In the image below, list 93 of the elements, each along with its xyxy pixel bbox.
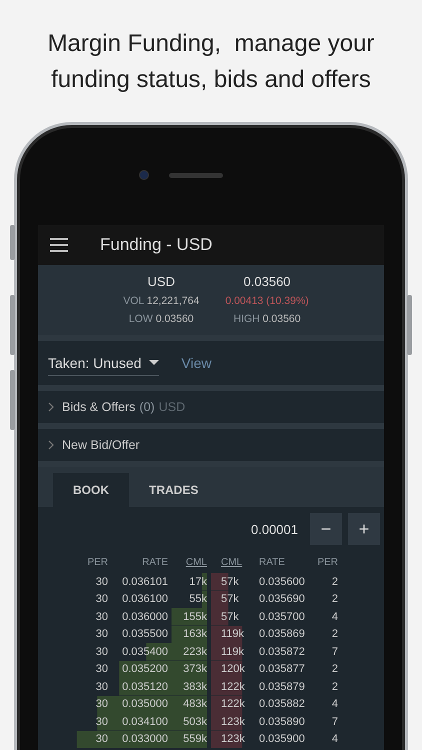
status-dropdown[interactable]: Taken: Unused: [48, 350, 160, 376]
table-cell-text: 483k: [182, 698, 207, 710]
table-cell-text: 2: [330, 593, 338, 606]
table-cell-text: 30: [94, 680, 108, 693]
table-cell-text: 30: [94, 646, 108, 658]
section-label: Bids & Offers: [62, 400, 136, 414]
table-cell-text: 0.035120: [121, 680, 168, 693]
section-row[interactable]: Bids & Offers (0) USD: [38, 391, 384, 429]
table-cell-text: 0.034100: [121, 716, 168, 728]
last-rate: 0.03560: [244, 273, 291, 291]
table-cell-text: 0.035400: [121, 646, 168, 658]
table-cell-text: 30: [94, 576, 108, 588]
table-cell-text: 30: [94, 698, 108, 710]
table-cell-text: 2: [330, 680, 338, 693]
table-cell-text: 0.036000: [121, 610, 168, 623]
table-cell-text: 7: [330, 646, 338, 658]
table-cell-text: 0.035877: [259, 663, 306, 676]
table-cell-text: 55k: [188, 593, 207, 606]
table-cell-text: 503k: [182, 716, 207, 728]
table-cell-text: 2: [330, 576, 338, 588]
menu-icon[interactable]: [50, 238, 68, 252]
vol-label: VOL: [123, 295, 144, 307]
table-cell-text: 123k: [221, 716, 246, 728]
low-label: LOW: [128, 313, 153, 325]
table-cell-text: 0.035500: [121, 628, 168, 640]
column-header[interactable]: CML: [221, 556, 259, 568]
table-cell-text: 0.035700: [259, 610, 306, 623]
decrease-button[interactable]: −: [310, 513, 342, 545]
precision-value: 0.00001: [251, 522, 298, 536]
table-cell-text: 2: [330, 628, 338, 640]
screen-title: Funding - USD: [100, 235, 212, 255]
table-cell-text: 383k: [182, 680, 207, 693]
section-label: New Bid/Offer: [62, 438, 140, 452]
table-cell-text: 0.035200: [121, 663, 168, 676]
table-cell-text: 119k: [221, 628, 246, 640]
speaker-grille: [169, 172, 223, 178]
table-cell-text: 4: [330, 733, 338, 746]
caret-icon: [149, 360, 160, 365]
table-cell-text: 0.036101: [121, 576, 168, 588]
table-cell-text: 30: [94, 716, 108, 728]
table-cell-text: 0.035869: [259, 628, 306, 640]
table-cell-text: 0.033000: [121, 733, 168, 746]
low-value: 0.03560: [156, 313, 194, 325]
table-cell-text: 30: [94, 628, 108, 640]
currency-label: USD: [148, 273, 175, 291]
table-cell-text: 0.035000: [121, 698, 168, 710]
table-cell-text: 57k: [221, 593, 240, 606]
table-cell-text: 0.035900: [259, 733, 306, 746]
table-cell-text: 0.035872: [259, 646, 306, 658]
table-cell-text: 4: [330, 610, 338, 623]
column-header[interactable]: CML: [168, 556, 207, 568]
increase-button[interactable]: +: [348, 513, 380, 545]
table-cell-text: 122k: [221, 698, 246, 710]
column-header: RATE: [259, 556, 286, 568]
change-value: 0.00413 (10.39%): [225, 294, 309, 309]
table-cell-text: 155k: [182, 610, 207, 623]
table-cell-text: 120k: [221, 663, 246, 676]
table-cell-text: 223k: [182, 646, 207, 658]
table-cell-text: 30: [94, 663, 108, 676]
tab[interactable]: TRADES: [129, 473, 218, 507]
table-cell-text: 30: [94, 733, 108, 746]
table-cell-text: 17k: [188, 576, 207, 588]
table-cell-text: 163k: [182, 628, 207, 640]
column-header: PER: [316, 556, 338, 568]
table-cell-text: 0.035879: [259, 680, 306, 693]
table-cell-text: 559k: [182, 733, 207, 746]
column-header: RATE: [141, 556, 168, 568]
section-unit: USD: [158, 400, 186, 414]
section-count: (0): [139, 400, 155, 414]
table-cell-text: 57k: [221, 576, 240, 588]
column-header: PER: [86, 556, 108, 568]
table-cell-text: 119k: [221, 646, 246, 658]
table-cell-text: 57k: [221, 610, 240, 623]
headline: Margin Funding, manage your funding status, bids and offers: [46, 29, 376, 95]
table-cell-text: 0.035890: [259, 716, 306, 728]
tab[interactable]: BOOK: [53, 473, 129, 507]
view-link[interactable]: View: [181, 355, 212, 371]
table-cell-text: 123k: [221, 733, 246, 746]
volume-value: 12,221,764: [146, 295, 200, 307]
table-cell-text: 0.036100: [121, 593, 168, 606]
table-cell-text: 373k: [182, 663, 207, 676]
table-cell-text: 122k: [221, 680, 246, 693]
table-cell-text: 4: [330, 698, 338, 710]
table-cell-text: 0.035600: [259, 576, 306, 588]
high-label: HIGH: [233, 313, 260, 325]
table-cell-text: 2: [330, 663, 338, 676]
table-cell-text: 7: [330, 716, 338, 728]
high-value: 0.03560: [262, 313, 301, 325]
table-cell-text: 0.035690: [259, 593, 306, 606]
table-cell-text: 0.035882: [259, 698, 306, 710]
table-cell-text: 30: [94, 610, 108, 623]
table-cell-text: 30: [94, 593, 108, 606]
camera-icon: [139, 170, 149, 180]
